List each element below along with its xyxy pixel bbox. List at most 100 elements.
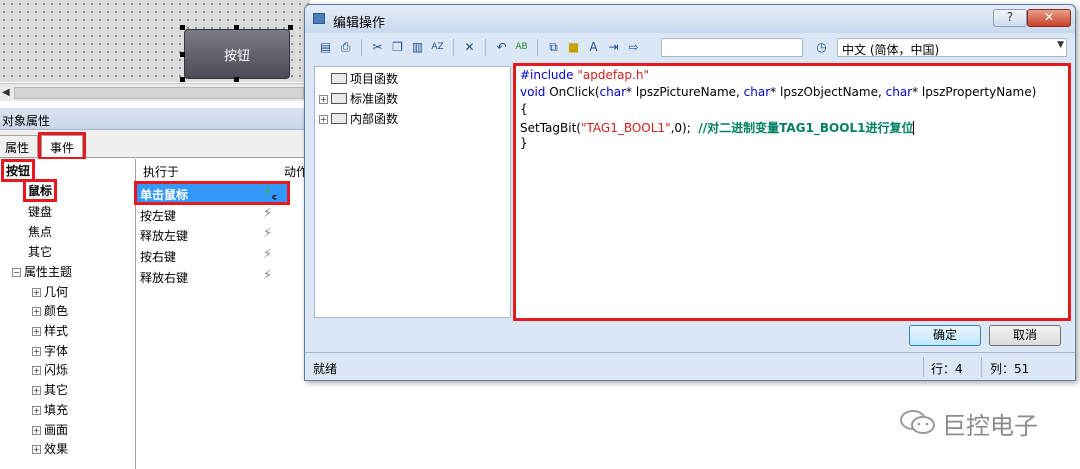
cut-icon[interactable]: ✂	[369, 39, 386, 56]
folder-icon	[331, 73, 347, 84]
tree-subitem[interactable]: + 闪烁	[32, 361, 68, 378]
print-icon[interactable]: ⎙	[337, 39, 354, 56]
status-text: 就绪	[313, 362, 338, 376]
event-row[interactable]: 释放右键 ⚡	[137, 267, 287, 285]
tree-subitem[interactable]: + 其它	[32, 381, 68, 398]
language-select[interactable]: 中文 (简体，中国) ▼	[837, 38, 1067, 57]
properties-panel-title: 对象属性	[0, 108, 310, 130]
expand-icon[interactable]: +	[32, 426, 41, 435]
tree-item-keyboard[interactable]: 键盘	[28, 203, 52, 220]
lightning-icon[interactable]: ⚡	[263, 206, 272, 221]
close-button[interactable]: ✕	[1027, 9, 1071, 27]
lightning-icon[interactable]: ⚡c	[263, 185, 277, 202]
folder-icon	[331, 93, 347, 104]
event-tree: 按钮 鼠标 键盘 焦点 其它 − 属性主题 + 几何 + 颜色 + 样式 + 字体 + 闪烁…	[0, 159, 136, 469]
undo-icon[interactable]: ↶	[493, 39, 510, 56]
lightning-icon[interactable]: ⚡	[263, 268, 272, 283]
chevron-down-icon[interactable]: ▼	[1057, 40, 1064, 50]
expand-icon[interactable]: +	[32, 366, 41, 375]
selection-handle[interactable]	[234, 77, 239, 82]
tree-group-property-topics[interactable]: − 属性主题	[12, 263, 72, 280]
tab-events[interactable]: 事件	[37, 132, 87, 160]
properties-tabs: 属性 事件	[0, 130, 310, 160]
redo-icon[interactable]: AB	[513, 39, 530, 56]
function-tree: 项目函数 + 标准函数 + 内部函数	[314, 66, 511, 318]
event-row[interactable]: 按左键 ⚡	[137, 205, 287, 223]
code-line: }	[520, 136, 528, 150]
event-grid: 执行于 动作 单击鼠标 ⚡c 按左键 ⚡ 释放左键 ⚡ 按右键 ⚡ 释放右键 ⚡	[134, 159, 310, 469]
function-tree-item[interactable]: + 内部函数	[319, 110, 398, 127]
folder-icon	[331, 113, 347, 124]
canvas-button[interactable]: 按钮	[184, 29, 290, 79]
selection-handle[interactable]	[288, 25, 293, 30]
copy-icon[interactable]: ❐	[389, 39, 406, 56]
tree-subitem[interactable]: + 字体	[32, 342, 68, 359]
export-icon[interactable]: ⇨	[625, 39, 642, 56]
tree-subitem[interactable]: + 画面	[32, 421, 68, 438]
wechat-icon	[900, 410, 935, 434]
event-row[interactable]: 释放左键 ⚡	[137, 225, 287, 243]
collapse-icon[interactable]: −	[12, 268, 21, 277]
ok-button[interactable]: 确定	[909, 325, 981, 346]
tree-item-other[interactable]: 其它	[28, 243, 52, 260]
code-editor[interactable]: #include "apdefap.h" void OnClick(char* …	[513, 63, 1071, 321]
import-icon[interactable]: ⇥	[605, 39, 622, 56]
help-button[interactable]: ?	[993, 9, 1027, 27]
selection-handle[interactable]	[180, 25, 185, 30]
horizontal-scrollbar[interactable]: ◀	[0, 83, 310, 101]
tree-root-button[interactable]: 按钮	[0, 159, 36, 182]
dialog-titlebar[interactable]: 编辑操作 ? ✕	[305, 5, 1075, 33]
status-column: 列：51	[990, 362, 1030, 376]
expand-icon[interactable]: +	[32, 445, 41, 454]
expand-icon[interactable]: +	[32, 347, 41, 356]
tree-item-mouse[interactable]: 鼠标	[22, 179, 58, 202]
tree-subitem[interactable]: + 几何	[32, 283, 68, 300]
lightning-icon[interactable]: ⚡	[263, 226, 272, 241]
function-tree-item[interactable]: + 标准函数	[319, 90, 398, 107]
expand-icon[interactable]: +	[32, 406, 41, 415]
delete-icon[interactable]: ✕	[461, 39, 478, 56]
selection-handle[interactable]	[234, 25, 239, 30]
expand-icon[interactable]: +	[32, 386, 41, 395]
expand-icon[interactable]: +	[319, 95, 328, 104]
code-line: SetTagBit("TAG1_BOOL1",0); //对二进制变量TAG1_…	[520, 119, 919, 136]
code-line: #include "apdefap.h"	[520, 68, 649, 82]
toolbar-input[interactable]	[661, 38, 803, 57]
dialog-title: 编辑操作	[333, 16, 386, 31]
expand-icon[interactable]: +	[32, 307, 41, 316]
compile-icon[interactable]: ⧉	[545, 39, 562, 56]
text-icon[interactable]: A	[585, 39, 602, 56]
selection-handle[interactable]	[180, 77, 185, 82]
function-tree-item[interactable]: 项目函数	[331, 70, 398, 87]
window-icon	[313, 13, 325, 24]
status-bar: 就绪 行：4 列：51	[305, 352, 1075, 380]
grid-header-execute-on: 执行于	[143, 165, 180, 179]
event-row[interactable]: 按右键 ⚡	[137, 246, 287, 264]
cancel-button[interactable]: 取消	[989, 325, 1061, 346]
paste-icon[interactable]: ▥	[409, 39, 426, 56]
tree-subitem[interactable]: + 填充	[32, 401, 68, 418]
status-row: 行：4	[931, 362, 963, 376]
lightning-icon[interactable]: ⚡	[263, 247, 272, 262]
expand-icon[interactable]: +	[319, 115, 328, 124]
tree-subitem[interactable]: + 颜色	[32, 302, 68, 319]
expand-icon[interactable]: +	[32, 288, 41, 297]
selection-handle[interactable]	[180, 52, 185, 57]
clock-icon[interactable]: ◷	[813, 39, 830, 56]
code-line: void OnClick(char* lpszPictureName, char…	[520, 85, 1037, 99]
sort-icon[interactable]: AZ	[429, 39, 446, 56]
edit-action-dialog: 编辑操作 ? ✕ ▤ ⎙ ✂ ❐ ▥ AZ ✕ ↶ AB ⧉ ■ A ⇥ ⇨ ◷…	[304, 4, 1076, 381]
editor-toolbar: ▤ ⎙ ✂ ❐ ▥ AZ ✕ ↶ AB ⧉ ■ A ⇥ ⇨ ◷ 中文 (简体，中…	[313, 36, 1069, 60]
expand-icon[interactable]: +	[32, 327, 41, 336]
tab-properties[interactable]: 属性	[0, 135, 39, 157]
tree-subitem[interactable]: + 样式	[32, 322, 68, 339]
tree-item-focus[interactable]: 焦点	[28, 223, 52, 240]
tree-subitem[interactable]: + 效果	[32, 440, 68, 457]
code-line: {	[520, 102, 528, 116]
package-icon[interactable]: ■	[565, 39, 582, 56]
event-row-click[interactable]: 单击鼠标 ⚡c	[134, 181, 290, 205]
scroll-thumb[interactable]	[14, 87, 304, 99]
watermark-text: 巨控电子	[942, 412, 1038, 440]
scroll-left-icon[interactable]: ◀	[2, 87, 10, 98]
save-icon[interactable]: ▤	[317, 39, 334, 56]
